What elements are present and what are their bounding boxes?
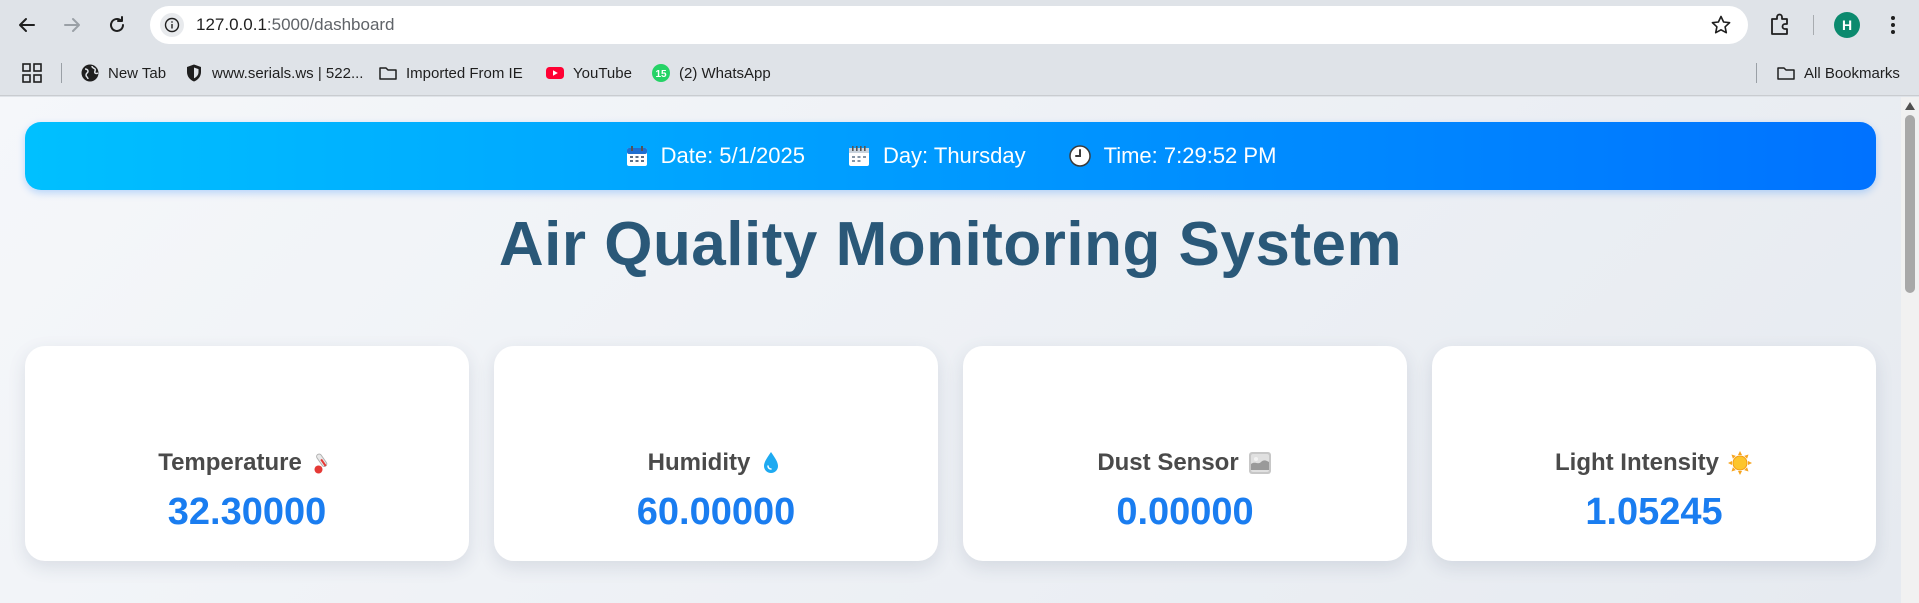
temperature-value: 32.30000 [167,491,327,533]
address-bar[interactable]: 127.0.0.1:5000/dashboard [150,6,1748,44]
thermometer-icon [314,453,328,474]
extensions-icon[interactable] [1765,10,1795,40]
sensor-cards: Temperature 32.30000 Humidity 60.00000 D… [25,346,1876,561]
arrow-left-icon [19,18,35,32]
folder-icon [1777,67,1795,80]
sun-icon [1728,451,1752,475]
dust-icon [1248,452,1271,474]
bookmark-label: New Tab [108,64,167,82]
scroll-up-arrow[interactable] [1905,102,1915,110]
light-intensity-value: 1.05245 [1585,491,1723,533]
url-path: :5000/dashboard [266,15,395,34]
day-text: Day: Thursday [882,143,1026,168]
bookmark-whatsapp[interactable]: 15 (2) WhatsApp [651,61,771,85]
forward-button[interactable] [56,9,88,41]
profile-avatar[interactable]: H [1834,12,1860,38]
shield-icon [187,64,201,82]
all-bookmarks-label: All Bookmarks [1804,64,1900,82]
datetime-header: Date: 5/1/2025 Day: Thursday Time: 7:29:… [25,122,1876,190]
temperature-label: Temperature [158,449,302,476]
spiral-calendar-icon [848,146,869,166]
dust-sensor-label: Dust Sensor [1097,449,1239,476]
url-host: 127.0.0.1 [196,15,267,34]
bookmarks-divider [61,63,62,83]
kebab-menu-icon[interactable] [1880,12,1906,38]
temperature-card: Temperature 32.30000 [25,346,469,561]
card-label: Temperature [25,449,469,477]
info-icon [164,17,180,33]
toolbar-divider [1813,15,1814,35]
bookmark-imported-from-ie[interactable]: Imported From IE [378,61,523,85]
card-label: Dust Sensor [963,449,1407,477]
light-intensity-card: Light Intensity 1.05245 [1432,346,1876,561]
dust-sensor-card: Dust Sensor 0.00000 [963,346,1407,561]
card-label: Humidity [494,449,938,477]
date-display: Date: 5/1/2025 [625,143,805,169]
bookmarks-divider [1756,63,1757,83]
whatsapp-icon: 15 [652,64,670,82]
light-intensity-label: Light Intensity [1555,449,1719,476]
youtube-icon [546,67,564,79]
day-display: Day: Thursday [847,143,1026,169]
reload-icon [110,16,124,32]
time-display: Time: 7:29:52 PM [1068,143,1277,169]
bookmark-new-tab[interactable]: New Tab [80,61,166,85]
reload-button[interactable] [101,9,133,41]
dust-sensor-value: 0.00000 [1116,491,1254,533]
globe-icon [81,64,99,82]
calendar-icon [626,146,647,166]
bookmark-youtube[interactable]: YouTube [545,61,632,85]
page-title: Air Quality Monitoring System [498,210,1403,279]
apps-grid-icon[interactable] [21,62,43,84]
browser-toolbar: 127.0.0.1:5000/dashboard H [0,0,1919,50]
droplet-icon [764,452,779,473]
whatsapp-badge: 15 [655,69,667,80]
all-bookmarks-button[interactable]: All Bookmarks [1776,61,1900,85]
scroll-thumb[interactable] [1905,115,1915,293]
humidity-value: 60.00000 [636,491,796,533]
time-text: Time: 7:29:52 PM [1103,143,1277,168]
site-info-button[interactable] [160,13,184,37]
back-button[interactable] [11,9,43,41]
humidity-card: Humidity 60.00000 [494,346,938,561]
humidity-label: Humidity [647,449,751,476]
card-label: Light Intensity [1432,449,1876,477]
url-text[interactable]: 127.0.0.1:5000/dashboard [196,15,395,35]
bookmark-serials[interactable]: www.serials.ws | 522... [184,61,363,85]
bookmark-label: Imported From IE [406,64,523,82]
clock-icon [1068,145,1091,167]
arrow-right-icon [64,18,80,32]
bookmark-star-icon[interactable] [1710,14,1732,36]
folder-icon [379,67,397,80]
date-text: Date: 5/1/2025 [660,143,805,168]
bookmark-label: www.serials.ws | 522... [212,64,364,82]
page-scrollbar[interactable] [1901,97,1919,603]
page-viewport: Date: 5/1/2025 Day: Thursday Time: 7:29:… [0,97,1901,603]
bookmark-label: YouTube [573,64,632,82]
bookmarks-bar: New Tab www.serials.ws | 522... Imported… [0,50,1919,96]
bookmark-label: (2) WhatsApp [679,64,771,82]
